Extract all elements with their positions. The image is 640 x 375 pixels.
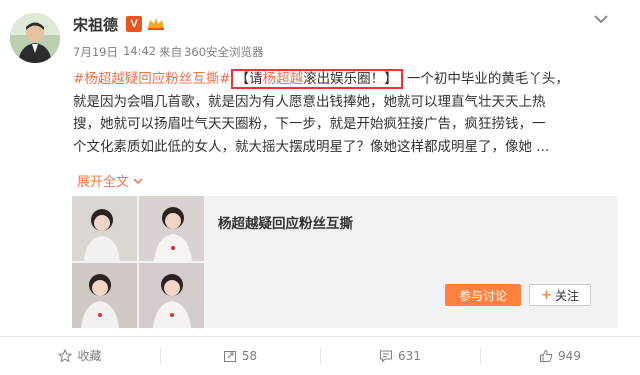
quote-open-text: 【请 bbox=[235, 71, 263, 87]
favorite-button[interactable]: 收藏 bbox=[0, 337, 160, 374]
plus-icon: + bbox=[541, 287, 552, 303]
like-button[interactable]: 949 bbox=[480, 337, 640, 374]
username[interactable]: 宋祖德 bbox=[73, 14, 118, 35]
post-source: 360安全浏览器 bbox=[184, 45, 264, 59]
member-crown-icon bbox=[147, 17, 165, 31]
post-time[interactable]: 14:42 bbox=[123, 44, 156, 60]
thumbs-up-icon bbox=[540, 349, 553, 362]
post-meta: 7月19日 14:42 来自 360安全浏览器 bbox=[73, 44, 264, 60]
thumbnail-image bbox=[139, 263, 204, 328]
quote-rest-text: 滚出娱乐圈！】 bbox=[303, 71, 398, 87]
post-date[interactable]: 7月19日 bbox=[73, 44, 118, 60]
content-line-3: 搜，她就可以扬眉吐气天天圈粉，下一步，就是开始疯狂接广告，疯狂捞钱，一 bbox=[73, 116, 546, 132]
highlighted-quote: 【请杨超越滚出娱乐圈！】 bbox=[230, 69, 403, 89]
content-line-2: 就是因为会唱几首歌，就是因为有人愿意出钱捧她，她就可以理直气壮天天上热 bbox=[73, 93, 546, 110]
topic-thumbnails bbox=[72, 196, 204, 328]
thumbnail-image bbox=[72, 263, 137, 328]
comment-count: 631 bbox=[398, 348, 421, 363]
verified-v-icon: V bbox=[126, 16, 143, 32]
like-count: 949 bbox=[558, 348, 581, 363]
repost-button[interactable]: 58 bbox=[160, 337, 320, 374]
chevron-down-icon[interactable] bbox=[592, 12, 610, 26]
weibo-post-card: 宋祖德 V 7月19日 14:42 来自 360安全浏览器 #杨超越疑回应粉丝互… bbox=[0, 0, 640, 375]
post-from-label: 来自 bbox=[159, 45, 183, 59]
avatar-photo-icon bbox=[10, 13, 60, 63]
thumbnail-image bbox=[72, 196, 137, 261]
follow-button[interactable]: + 关注 bbox=[529, 284, 591, 306]
star-icon bbox=[58, 348, 73, 363]
content-line-1-rest: 一个初中毕业的黄毛丫头， bbox=[406, 71, 569, 87]
comment-button[interactable]: 631 bbox=[320, 337, 480, 374]
favorite-label: 收藏 bbox=[77, 349, 102, 363]
thumbnail-image bbox=[139, 196, 204, 261]
expand-chevron-icon bbox=[133, 177, 143, 184]
post-content: #杨超越疑回应粉丝互撕# 【请杨超越滚出娱乐圈！】 一个初中毕业的黄毛丫头， 就是… bbox=[73, 68, 618, 158]
quote-name-text: 杨超越 bbox=[262, 71, 304, 87]
topic-title[interactable]: 杨超越疑回应粉丝互撕 bbox=[218, 212, 353, 232]
join-discussion-button[interactable]: 参与讨论 bbox=[445, 284, 521, 306]
repost-icon bbox=[223, 350, 236, 362]
repost-count: 58 bbox=[241, 348, 258, 363]
content-line-4: 个文化素质如此低的女人，就大摇大摆成明星了？像她这样都成明星了，像她 ... bbox=[73, 138, 550, 155]
expand-label: 展开全文 bbox=[77, 175, 130, 190]
content-line-1: #杨超越疑回应粉丝互撕# 【请杨超越滚出娱乐圈！】 一个初中毕业的黄毛丫头， bbox=[73, 68, 618, 91]
user-avatar[interactable] bbox=[10, 13, 60, 63]
topic-card[interactable]: 杨超越疑回应粉丝互撕 参与讨论 + 关注 bbox=[72, 196, 617, 328]
follow-label: 关注 bbox=[554, 288, 579, 303]
comment-icon bbox=[380, 350, 393, 363]
action-bar: 收藏 58 631 949 bbox=[0, 336, 640, 374]
hashtag-link[interactable]: #杨超越疑回应粉丝互撕# bbox=[73, 71, 231, 87]
user-info-row: 宋祖德 V bbox=[73, 14, 165, 34]
expand-full-text-link[interactable]: 展开全文 bbox=[77, 171, 143, 190]
